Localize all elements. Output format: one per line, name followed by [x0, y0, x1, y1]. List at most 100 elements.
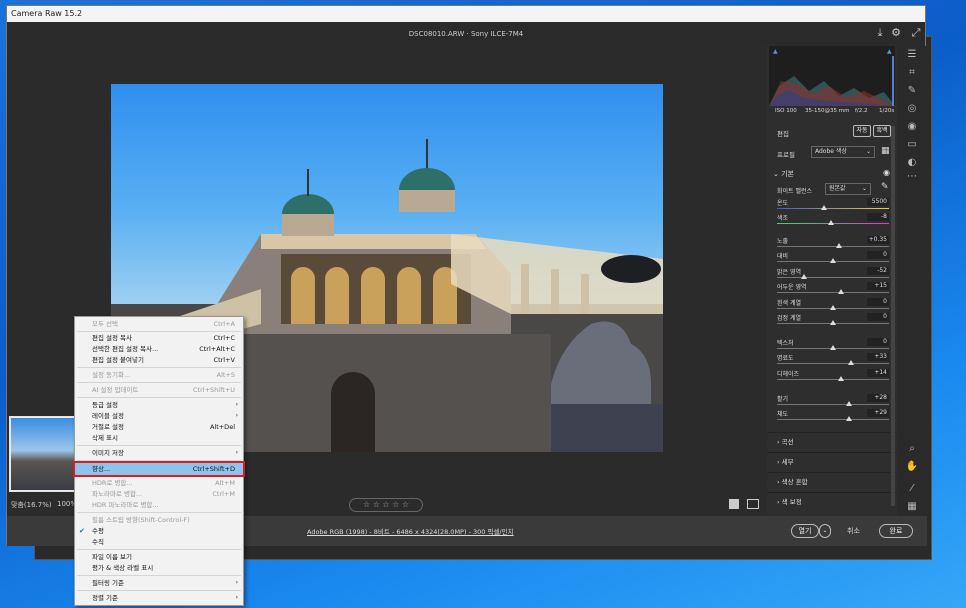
slider-8[interactable]: 검정 계열 0: [777, 313, 889, 327]
fullscreen-icon[interactable]: ⤢: [909, 26, 923, 40]
slider-knob[interactable]: [835, 243, 842, 248]
open-button[interactable]: 열기: [791, 524, 819, 538]
workflow-options-link[interactable]: Adobe RGB (1998) - 8비트 - 6486 x 4324(28.…: [307, 526, 514, 536]
slider-knob[interactable]: [827, 220, 834, 225]
slider-knob[interactable]: [830, 258, 836, 263]
slider-track[interactable]: [777, 208, 889, 209]
section-curves[interactable]: › 곡선: [767, 432, 897, 450]
eyedropper-icon[interactable]: ✎: [881, 182, 889, 192]
slider-value-field[interactable]: +0.35: [867, 236, 889, 244]
before-after-icon[interactable]: [747, 499, 759, 509]
slider-value-field[interactable]: 0: [867, 298, 889, 306]
slider-track[interactable]: [777, 292, 889, 293]
slider-value-field[interactable]: 0: [867, 313, 889, 321]
slider-value-field[interactable]: +14: [867, 369, 889, 377]
menu-show-ratings-labels[interactable]: 평가 & 색상 라벨 표시: [75, 563, 243, 573]
white-balance-select[interactable]: 원본값 ⌄: [825, 183, 871, 195]
slider-knob[interactable]: [837, 376, 844, 381]
open-dropdown-icon[interactable]: ⌄: [819, 524, 831, 538]
star-rating[interactable]: ☆ ☆ ☆ ☆ ☆: [349, 498, 423, 512]
save-icon[interactable]: ⤓: [873, 26, 887, 40]
menu-update-ai-settings[interactable]: AI 설정 업데이트 Ctrl+Shift+U: [75, 385, 243, 395]
slider-track[interactable]: [777, 419, 889, 420]
slider-3[interactable]: 노출 +0.35: [777, 236, 889, 250]
menu-merge-panorama[interactable]: 파노라마로 병합... Ctrl+M: [75, 489, 243, 499]
slider-track[interactable]: [777, 363, 889, 364]
visibility-eye-icon[interactable]: ◉: [883, 168, 890, 177]
section-detail[interactable]: › 세부: [767, 452, 897, 470]
section-color-mixer[interactable]: › 색상 혼합: [767, 472, 897, 490]
slider-knob[interactable]: [830, 345, 836, 350]
menu-enhance[interactable]: 향상... Ctrl+Shift+D: [73, 461, 245, 477]
slider-value-field[interactable]: 0: [867, 251, 889, 259]
slider-5[interactable]: 밝은 영역 -52: [777, 267, 889, 281]
slider-value-field[interactable]: +15: [867, 282, 889, 290]
menu-filter-by[interactable]: 필터링 기준 ›: [75, 578, 243, 588]
slider-11[interactable]: 디헤이즈 +14: [777, 369, 889, 383]
profile-select[interactable]: Adobe 색상 ⌄: [811, 146, 875, 158]
menu-paste-settings[interactable]: 편집 설정 붙여넣기 Ctrl+V: [75, 355, 243, 365]
grid-icon[interactable]: ▦: [905, 500, 919, 514]
slider-knob[interactable]: [830, 320, 836, 325]
more-icon[interactable]: ⋯: [905, 170, 919, 184]
slider-knob[interactable]: [830, 305, 836, 310]
single-view-icon[interactable]: [729, 499, 739, 509]
section-color-grading[interactable]: › 색 보정: [767, 492, 897, 510]
cancel-button[interactable]: 취소: [847, 526, 860, 536]
zoom-select[interactable]: 맞춤(16.7%): [11, 500, 52, 510]
masking-icon[interactable]: ◎: [905, 102, 919, 116]
auto-button[interactable]: 자동: [853, 125, 871, 137]
slider-12[interactable]: 활기 +28: [777, 394, 889, 408]
sampler-icon[interactable]: ⁄: [905, 482, 919, 496]
slider-value-field[interactable]: +29: [867, 409, 889, 417]
slider-knob[interactable]: [845, 401, 852, 406]
menu-mark-delete[interactable]: 삭제 표시: [75, 433, 243, 443]
crop-icon[interactable]: ⌗: [905, 66, 919, 80]
slider-value-field[interactable]: -52: [867, 267, 889, 275]
slider-value-field[interactable]: +28: [867, 394, 889, 402]
slider-9[interactable]: 텍스처 0: [777, 338, 889, 352]
menu-horizontal[interactable]: ✔ 수평: [75, 526, 243, 536]
zoom-tool-icon[interactable]: ⌕: [905, 442, 919, 456]
snapshots-icon[interactable]: ▭: [905, 138, 919, 152]
edit-sliders-icon[interactable]: ☰: [905, 48, 919, 62]
slider-track[interactable]: [777, 277, 889, 278]
healing-brush-icon[interactable]: ✎: [905, 84, 919, 98]
slider-13[interactable]: 채도 +29: [777, 409, 889, 423]
slider-knob[interactable]: [821, 205, 828, 210]
menu-select-all[interactable]: 모두 선택 Ctrl+A: [75, 319, 243, 329]
red-eye-icon[interactable]: ◉: [905, 120, 919, 134]
gear-icon[interactable]: ⚙: [889, 26, 903, 40]
panel-scrollbar[interactable]: [891, 126, 895, 506]
menu-show-filenames[interactable]: 파일 이름 보기: [75, 552, 243, 562]
slider-knob[interactable]: [837, 289, 844, 294]
slider-4[interactable]: 대비 0: [777, 251, 889, 265]
black-white-button[interactable]: 흑백: [873, 125, 891, 137]
slider-track[interactable]: [777, 404, 889, 405]
menu-sync-settings[interactable]: 설정 동기화... Alt+S: [75, 370, 243, 380]
slider-knob[interactable]: [847, 360, 854, 365]
highlight-clip-icon[interactable]: ▲: [887, 48, 892, 55]
shadow-clip-icon[interactable]: ▲: [773, 48, 778, 55]
menu-set-rating[interactable]: 등급 설정 ›: [75, 400, 243, 410]
done-button[interactable]: 완료: [879, 524, 913, 538]
slider-1[interactable]: 온도 5500: [777, 198, 889, 212]
slider-value-field[interactable]: -8: [867, 213, 889, 221]
slider-2[interactable]: 색조 -8: [777, 213, 889, 227]
menu-copy-selected-settings[interactable]: 선택한 편집 설정 복사... Ctrl+Alt+C: [75, 344, 243, 354]
presets-icon[interactable]: ◐: [905, 156, 919, 170]
slider-track[interactable]: [777, 246, 889, 247]
slider-track[interactable]: [777, 379, 889, 380]
slider-10[interactable]: 명료도 +33: [777, 353, 889, 367]
hand-tool-icon[interactable]: ✋: [905, 460, 919, 474]
menu-save-image[interactable]: 이미지 저장 ›: [75, 448, 243, 458]
menu-merge-hdr[interactable]: HDR로 병합... Alt+M: [75, 478, 243, 488]
profile-browser-icon[interactable]: ▦: [881, 146, 890, 156]
menu-merge-hdr-panorama[interactable]: HDR 파노라마로 병합...: [75, 500, 243, 510]
menu-set-reject[interactable]: 거절로 설정 Alt+Del: [75, 422, 243, 432]
slider-value-field[interactable]: 5500: [867, 198, 889, 206]
slider-6[interactable]: 어두운 영역 +15: [777, 282, 889, 296]
menu-sort-by[interactable]: 정렬 기준 ›: [75, 593, 243, 603]
slider-knob[interactable]: [845, 416, 852, 421]
slider-7[interactable]: 흰색 계열 0: [777, 298, 889, 312]
